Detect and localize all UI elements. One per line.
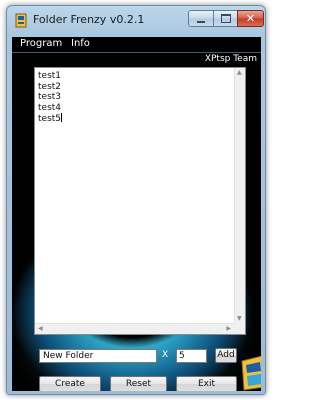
folder-line: test4 xyxy=(38,102,62,113)
maximize-button[interactable] xyxy=(213,10,238,27)
menu-info[interactable]: Info xyxy=(71,38,90,49)
window-title: Folder Frenzy v0.2.1 xyxy=(33,13,145,26)
minimize-button[interactable] xyxy=(188,10,214,27)
scroll-up-icon[interactable]: ▲ xyxy=(237,70,242,76)
folder-list-textarea[interactable]: test1 test2 test3 test4 test5 ▲ ▼ ◀ ▶ xyxy=(34,67,246,335)
folder-line: test3 xyxy=(38,92,62,102)
horizontal-scrollbar[interactable]: ◀ ▶ xyxy=(35,323,234,334)
app-window: Folder Frenzy v0.2.1 ✕ Program Info XPts… xyxy=(6,5,266,395)
title-bar[interactable]: Folder Frenzy v0.2.1 ✕ xyxy=(7,6,265,34)
close-button[interactable]: ✕ xyxy=(237,10,264,27)
minimize-icon xyxy=(197,20,205,23)
app-icon xyxy=(15,13,27,28)
add-button[interactable]: Add xyxy=(215,348,237,363)
scroll-right-icon[interactable]: ▶ xyxy=(226,326,231,332)
create-folders-button[interactable]: Create Folder(s) xyxy=(39,376,101,391)
maximize-icon xyxy=(220,14,231,23)
menu-bar: Program Info xyxy=(12,37,261,53)
folder-count-input[interactable] xyxy=(176,349,207,363)
folder-line: test1 xyxy=(38,71,62,81)
credit-label: XPtsp Team xyxy=(204,54,257,64)
close-icon: ✕ xyxy=(245,12,256,25)
client-area: Program Info XPtsp Team test1 test2 test… xyxy=(12,37,261,391)
folder-line: test5 xyxy=(38,114,62,124)
times-label: X xyxy=(162,350,169,360)
vertical-scrollbar[interactable]: ▲ ▼ xyxy=(234,68,245,324)
scrollbar-corner xyxy=(234,323,245,334)
text-caret xyxy=(61,113,63,122)
folder-frenzy-logo-icon xyxy=(241,355,261,391)
reset-button[interactable]: Reset xyxy=(110,376,167,391)
menu-program[interactable]: Program xyxy=(20,38,62,49)
folder-name-input[interactable] xyxy=(39,349,157,363)
folder-list-lines: test1 test2 test3 test4 test5 xyxy=(38,71,63,125)
exit-button[interactable]: Exit xyxy=(176,376,237,391)
scroll-left-icon[interactable]: ◀ xyxy=(38,326,43,332)
scroll-down-icon[interactable]: ▼ xyxy=(237,316,242,322)
folder-line: test2 xyxy=(38,81,62,92)
